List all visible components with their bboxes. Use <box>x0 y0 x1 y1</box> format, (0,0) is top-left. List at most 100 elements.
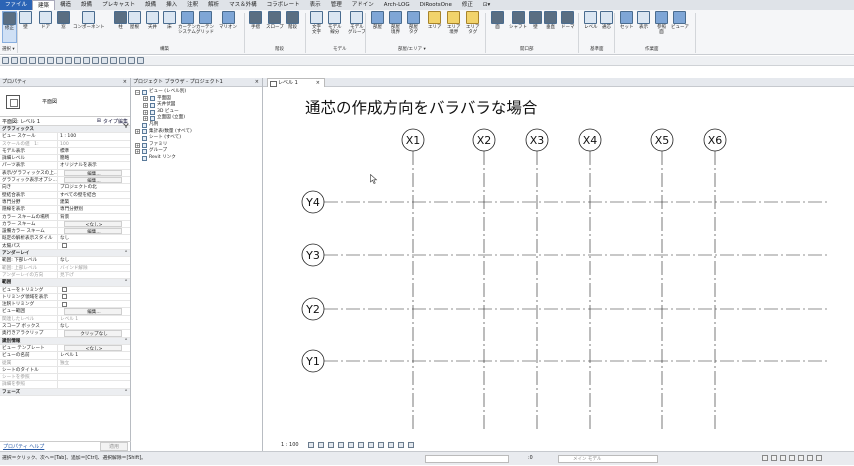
tag-icon[interactable] <box>74 57 81 64</box>
shadows-icon[interactable] <box>338 442 344 448</box>
menu-item-2[interactable]: 構造 <box>55 0 76 10</box>
ribbon-show-button[interactable]: 表示 <box>637 11 650 43</box>
property-value[interactable]: なし <box>58 235 130 241</box>
menu-item-6[interactable]: 挿入 <box>161 0 182 10</box>
menu-item-7[interactable]: 注釈 <box>182 0 203 10</box>
property-value[interactable]: バインド解除 <box>58 265 130 271</box>
properties-help-link[interactable]: プロパティ ヘルプ <box>3 443 44 450</box>
property-checkbox[interactable] <box>58 301 130 307</box>
checkbox-icon[interactable] <box>62 287 67 293</box>
browser-tree-item[interactable]: + 立面図 (立面) <box>133 115 260 122</box>
reveal-hidden-icon[interactable] <box>388 442 394 448</box>
print-icon[interactable] <box>47 57 54 64</box>
property-value[interactable]: なし <box>58 323 130 329</box>
menu-item-10[interactable]: コラボレート <box>262 0 305 10</box>
property-value[interactable] <box>58 374 130 380</box>
close-hidden-icon[interactable] <box>119 57 126 64</box>
property-value[interactable]: オリジナルを表示 <box>58 162 130 168</box>
ribbon-wall-button[interactable]: 壁 <box>19 11 32 43</box>
menu-item-14[interactable]: Arch-LOG <box>379 0 415 10</box>
ribbon-curtain-grid-button[interactable]: カーテン グリッド <box>196 11 214 43</box>
expand-icon[interactable]: + <box>143 109 148 115</box>
ribbon-wall-opening-button[interactable]: 壁 <box>529 11 542 43</box>
lock-3d-icon[interactable] <box>368 442 374 448</box>
property-value[interactable]: 建築 <box>58 199 130 205</box>
property-value[interactable]: レベル 1 <box>58 352 130 358</box>
property-value[interactable]: 見下げ <box>58 272 130 278</box>
property-value[interactable]: 背景 <box>58 214 130 220</box>
ribbon-door-button[interactable]: ドア <box>39 11 52 43</box>
ribbon-by-face-button[interactable]: 面 <box>491 11 504 43</box>
collapse-icon[interactable]: ⌃ <box>122 126 130 132</box>
collapse-icon[interactable]: − <box>135 89 140 95</box>
property-edit-button[interactable]: 編集... <box>64 228 122 235</box>
apply-button[interactable]: 適用 <box>99 442 128 451</box>
open-icon[interactable] <box>2 57 9 64</box>
browser-tree-item[interactable]: +3D ビュー <box>133 109 260 116</box>
sun-path-icon[interactable] <box>328 442 334 448</box>
property-checkbox[interactable] <box>58 287 130 293</box>
property-category[interactable]: フェーズ ⌃ <box>0 388 130 396</box>
browser-tree-item[interactable]: Revit リンク <box>133 155 260 162</box>
property-value[interactable]: レベル 1 <box>58 316 130 322</box>
property-value[interactable]: 標準 <box>58 148 130 154</box>
ribbon-component-button[interactable]: コンポーネント <box>73 11 105 43</box>
thin-lines-icon[interactable] <box>110 57 117 64</box>
ribbon-dormer-button[interactable]: ドーマ <box>561 11 575 43</box>
ribbon-shaft-button[interactable]: シャフト <box>509 11 527 43</box>
ribbon-room-separator-button[interactable]: 部屋 境界 <box>389 11 402 43</box>
property-value[interactable]: 簡略 <box>58 155 130 161</box>
browser-tree-item[interactable]: シート (すべて) <box>133 135 260 142</box>
type-selector[interactable]: 平面図 <box>0 87 130 117</box>
property-edit-button[interactable]: <なし> <box>64 220 122 228</box>
select-pinned-icon[interactable] <box>780 455 786 461</box>
collapse-icon[interactable]: ⌃ <box>122 338 130 344</box>
checkbox-icon[interactable] <box>62 294 67 300</box>
ribbon-roof-button[interactable]: 屋根 <box>128 11 141 43</box>
detail-level-icon[interactable] <box>308 442 314 448</box>
browser-tree-item[interactable]: + 平面図 <box>133 96 260 103</box>
ribbon-set-button[interactable]: セット <box>620 11 634 43</box>
background-process-icon[interactable] <box>816 455 822 461</box>
menu-item-13[interactable]: アドイン <box>347 0 379 10</box>
collapse-icon[interactable]: ⌃ <box>122 279 130 285</box>
menu-item-0[interactable]: ファイル <box>0 0 33 10</box>
property-edit-button[interactable]: <なし> <box>64 344 122 352</box>
expand-icon[interactable]: + <box>143 102 148 108</box>
property-value[interactable]: 100 <box>58 141 130 147</box>
dimension-icon[interactable] <box>65 57 72 64</box>
menu-item-4[interactable]: プレキャスト <box>97 0 140 10</box>
properties-close-icon[interactable]: × <box>123 78 127 87</box>
workset-field[interactable] <box>425 455 509 463</box>
property-value[interactable]: なし <box>58 257 130 263</box>
ribbon-viewer-button[interactable]: ビューア <box>671 11 689 43</box>
expand-icon[interactable]: + <box>135 149 140 155</box>
ribbon-ref-plane-button[interactable]: 参照 面 <box>655 11 668 43</box>
browser-close-icon[interactable]: × <box>255 78 259 87</box>
property-edit-button[interactable]: 編集... <box>64 169 122 177</box>
section-icon[interactable] <box>101 57 108 64</box>
ribbon-room-button[interactable]: 部屋 <box>371 11 384 43</box>
ribbon-ramp-button[interactable]: スロープ <box>266 11 284 43</box>
menu-item-16[interactable]: 修正 <box>457 0 478 10</box>
property-category[interactable]: 範囲 ⌃ <box>0 279 130 287</box>
property-value[interactable]: すべての壁を結合 <box>58 192 130 198</box>
ribbon-area-button[interactable]: エリア <box>428 11 442 43</box>
ribbon-window-button[interactable]: 窓 <box>57 11 70 43</box>
menu-item-17[interactable]: ⊡▾ <box>478 0 495 10</box>
visual-style-icon[interactable] <box>318 442 324 448</box>
ribbon-modify-button[interactable]: 修正 <box>2 11 17 43</box>
menu-item-5[interactable]: 設備 <box>140 0 161 10</box>
ribbon-column-button[interactable]: 柱 <box>114 11 127 43</box>
tab-level-1[interactable]: レベル 1 × <box>267 78 325 87</box>
browser-tree-item[interactable]: + グループ <box>133 148 260 155</box>
menu-item-1[interactable]: 建築 <box>32 0 56 10</box>
expand-icon[interactable]: + <box>143 116 148 122</box>
select-by-face-icon[interactable] <box>789 455 795 461</box>
browser-tree-item[interactable]: + 天井伏図 <box>133 102 260 109</box>
instance-selector[interactable]: 平面図: レベル 1 <box>2 118 40 125</box>
analytical-model-icon[interactable] <box>398 442 404 448</box>
tab-close-icon[interactable]: × <box>316 79 320 87</box>
ribbon-level-button[interactable]: レベル <box>584 11 598 43</box>
menu-item-12[interactable]: 管理 <box>326 0 347 10</box>
